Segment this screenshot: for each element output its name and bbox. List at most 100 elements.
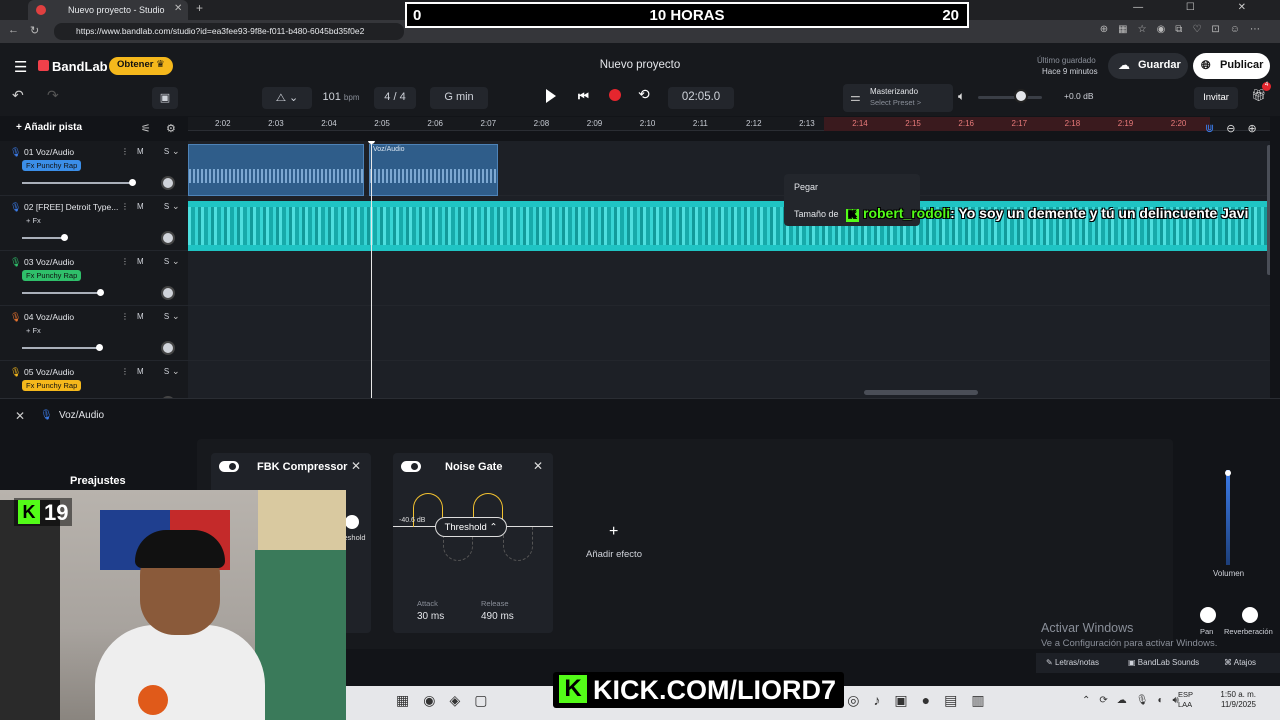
tab-close-icon[interactable]: ✕: [174, 3, 182, 14]
track-options-icon[interactable]: ⋮: [121, 367, 129, 376]
chevron-down-icon[interactable]: ⌄: [172, 256, 180, 267]
track-name[interactable]: 03 Voz/Audio: [24, 257, 74, 267]
track-options-icon[interactable]: ⋮: [121, 202, 129, 211]
audio-clip[interactable]: [188, 144, 364, 196]
add-effect-button[interactable]: Añadir efecto: [586, 549, 642, 560]
redo-icon[interactable]: ↷: [47, 87, 59, 104]
remove-effect-icon[interactable]: ✕: [351, 459, 361, 473]
master-volume-knob[interactable]: [1014, 89, 1028, 103]
record-button[interactable]: [609, 89, 621, 101]
back-icon[interactable]: ←: [8, 24, 19, 36]
zoom-out-icon[interactable]: ⊖: [1226, 123, 1247, 135]
magnet-icon[interactable]: ⋓: [1205, 123, 1226, 135]
track-row[interactable]: 🎙︎ 02 [FREE] Detroit Type... + Fx M S ⋮ ⌄: [0, 196, 188, 251]
zoom-in-icon[interactable]: ⊕: [1247, 123, 1268, 135]
chevron-down-icon[interactable]: ⌄: [172, 146, 180, 157]
audio-clip[interactable]: Voz/Audio: [369, 144, 498, 196]
reload-icon[interactable]: ↻: [30, 24, 39, 37]
loop-icon[interactable]: ⟲: [638, 86, 650, 103]
track-row[interactable]: 🎙︎ 03 Voz/Audio Fx Punchy Rap M S ⋮ ⌄: [0, 251, 188, 306]
add-effect-plus-icon[interactable]: +: [609, 523, 618, 541]
chevron-down-icon[interactable]: ⌄: [172, 366, 180, 377]
pan-knob[interactable]: [1200, 607, 1216, 623]
publish-button[interactable]: 🌐︎ Publicar: [1193, 53, 1270, 79]
browser-extension-icons[interactable]: ⊕▦☆◉⧉♡⊡☺⋯: [1100, 24, 1270, 35]
track-volume-handle[interactable]: [97, 289, 104, 296]
time-signature-field[interactable]: 4 / 4: [374, 87, 416, 109]
remove-effect-icon[interactable]: ✕: [533, 459, 543, 473]
play-button[interactable]: [546, 89, 556, 103]
mastering-button[interactable]: ⚌ Masterizando Select Preset >: [843, 84, 953, 112]
threshold-selector[interactable]: Threshold ⌃: [435, 517, 507, 537]
system-tray-icons[interactable]: ⌃⟳☁🎙︎◐🔊︎: [1082, 695, 1188, 706]
track-pan-knob[interactable]: [161, 231, 175, 245]
track-volume-handle[interactable]: [95, 344, 103, 351]
release-value[interactable]: 490 ms: [481, 611, 514, 622]
threshold-knob[interactable]: [345, 515, 359, 529]
track-volume-slider[interactable]: [22, 182, 133, 184]
speaker-icon[interactable]: 🔈︎: [958, 89, 965, 104]
menu-item-paste[interactable]: Pegar: [794, 182, 818, 192]
track-name[interactable]: 02 [FREE] Detroit Type...: [24, 202, 118, 212]
track-row[interactable]: 🎙︎ 04 Voz/Audio + Fx M S ⋮ ⌄: [0, 306, 188, 361]
horizontal-scrollbar[interactable]: [864, 390, 978, 395]
master-volume-slider[interactable]: [978, 96, 1042, 99]
metronome-button[interactable]: ⧍ ⌄: [262, 87, 312, 109]
track-volume-handle[interactable]: [61, 234, 68, 241]
taskbar-app-icons[interactable]: ▦◉◈▢: [396, 692, 501, 709]
track-pan-knob[interactable]: [161, 341, 175, 355]
volume-meter[interactable]: [1226, 470, 1230, 565]
track-name[interactable]: 05 Voz/Audio: [24, 367, 74, 377]
save-button[interactable]: ☁ Guardar: [1108, 53, 1188, 79]
add-track-button[interactable]: + Añadir pista: [8, 118, 188, 140]
skip-back-icon[interactable]: ⏮: [578, 89, 589, 104]
track-fx-badge[interactable]: Fx Punchy Rap: [22, 270, 82, 281]
track-volume-slider[interactable]: [22, 292, 100, 294]
timeline-area[interactable]: Voz/Audio: [188, 141, 1270, 398]
mixer-icon[interactable]: ▣: [152, 87, 178, 109]
browser-tab[interactable]: Nuevo proyecto - Studio ✕: [28, 0, 188, 20]
track-volume-slider[interactable]: [22, 347, 99, 349]
chevron-down-icon[interactable]: ⌄: [172, 311, 180, 322]
playhead[interactable]: [371, 141, 372, 398]
chevron-down-icon[interactable]: ⌄: [172, 201, 180, 212]
sounds-button[interactable]: ▣ BandLab Sounds: [1128, 658, 1199, 667]
compressor-toggle[interactable]: [219, 461, 239, 472]
key-field[interactable]: G min: [430, 87, 488, 109]
track-options-icon[interactable]: ⋮: [121, 147, 129, 156]
track-settings-icon[interactable]: ⚙: [166, 122, 176, 135]
language-indicator[interactable]: ESP LAA: [1178, 690, 1193, 710]
window-controls[interactable]: — ☐ ✕: [1133, 2, 1266, 13]
timeline-ruler[interactable]: 2:02 2:03 2:04 2:05 2:06 2:07 2:08 2:09 2:10 2:11…: [188, 117, 1270, 131]
track-name[interactable]: 01 Voz/Audio: [24, 147, 74, 157]
url-input[interactable]: https://www.bandlab.com/studio?id=ea3fee…: [54, 23, 404, 40]
vertical-scrollbar[interactable]: [1267, 145, 1270, 275]
lyrics-button[interactable]: ✎ Letras/notas: [1046, 658, 1099, 667]
track-pan-knob[interactable]: [161, 176, 175, 190]
track-options-icon[interactable]: ⋮: [121, 312, 129, 321]
shortcuts-button[interactable]: ⌘ Atajos: [1224, 658, 1256, 667]
track-volume-slider[interactable]: [22, 237, 64, 239]
track-fx-badge[interactable]: Fx Punchy Rap: [22, 380, 82, 391]
track-row[interactable]: 🎙︎ 01 Voz/Audio Fx Punchy Rap M S ⋮ ⌄: [0, 141, 188, 196]
track-fx-badge[interactable]: + Fx: [22, 215, 45, 226]
taskbar-app-icons-right[interactable]: ◉◎♪▣●▤▥: [821, 692, 999, 709]
menu-item-size[interactable]: Tamaño de: [794, 209, 839, 219]
track-options-icon[interactable]: ⋮: [121, 257, 129, 266]
close-icon[interactable]: ✕: [15, 409, 25, 423]
presets-heading[interactable]: Preajustes: [70, 475, 126, 487]
wand-icon[interactable]: ⚟: [141, 122, 151, 135]
track-pan-knob[interactable]: [161, 286, 175, 300]
track-fx-badge[interactable]: Fx Punchy Rap: [22, 160, 82, 171]
volume-handle[interactable]: [1225, 470, 1231, 476]
new-tab-button[interactable]: +: [196, 1, 203, 15]
track-fx-badge[interactable]: + Fx: [22, 325, 45, 336]
bpm-field[interactable]: 101 bpm: [312, 87, 370, 109]
invite-button[interactable]: Invitar: [1194, 87, 1238, 109]
reverb-knob[interactable]: [1242, 607, 1258, 623]
track-volume-handle[interactable]: [129, 179, 137, 186]
zoom-controls[interactable]: ⋓⊖⊕: [1205, 122, 1269, 135]
undo-icon[interactable]: ↶: [12, 87, 24, 104]
noise-gate-toggle[interactable]: [401, 461, 421, 472]
system-clock[interactable]: 1:50 a. m. 11/9/2025: [1208, 690, 1256, 710]
